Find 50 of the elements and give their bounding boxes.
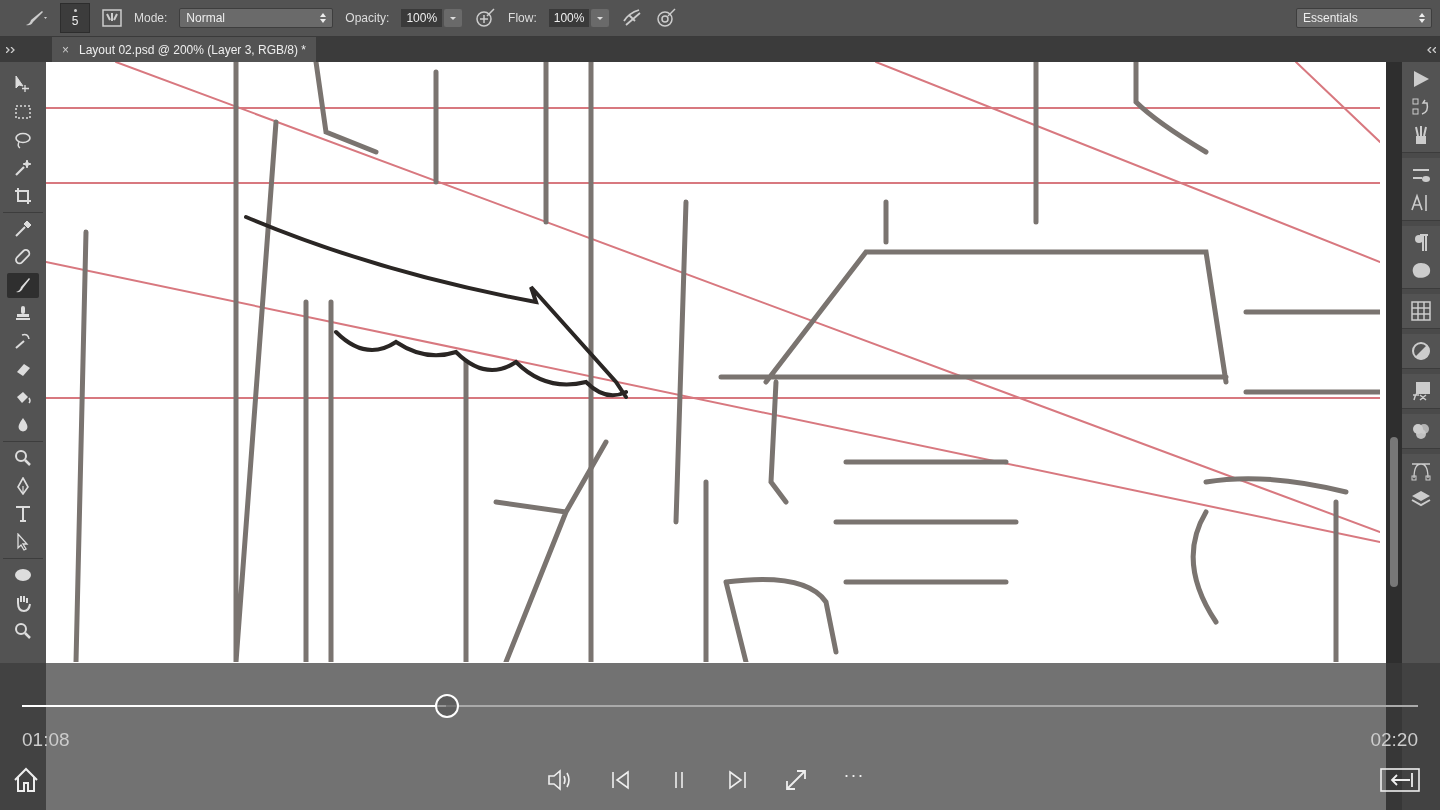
more-button[interactable]: ··· [843, 765, 865, 786]
total-duration: 02:20 [1370, 729, 1418, 751]
brush-panel-icon[interactable] [102, 9, 122, 27]
opacity-field[interactable]: 100% [401, 9, 443, 27]
paths-icon[interactable] [1410, 460, 1432, 482]
exit-icon[interactable] [1380, 767, 1420, 792]
pressure-size-icon[interactable] [655, 7, 678, 29]
close-tab-button[interactable]: × [62, 42, 69, 57]
dropdown-caret-icon[interactable] [444, 9, 463, 27]
swatches-icon[interactable] [1410, 300, 1432, 322]
move-icon [14, 75, 32, 93]
pen-icon [14, 477, 32, 495]
fullscreen-icon[interactable] [783, 767, 808, 792]
updown-arrows-icon [320, 13, 327, 23]
adjustment-icon[interactable] [1410, 340, 1432, 362]
tool-button[interactable] [7, 272, 39, 298]
ellipse-icon [14, 566, 32, 584]
eyedropper-icon [14, 220, 32, 238]
opacity-label: Opacity: [345, 11, 390, 25]
flow-label: Flow: [508, 11, 537, 25]
mode-dropdown[interactable]: Normal [179, 8, 334, 28]
double-chevron-right-icon[interactable] [6, 46, 15, 53]
bandage-icon [14, 248, 32, 266]
updown-arrows-icon [1419, 13, 1425, 23]
document-title: Layout 02.psd @ 200% (Layer 3, RGB/8) * [79, 42, 306, 57]
document-tab[interactable]: × Layout 02.psd @ 200% (Layer 3, RGB/8) * [52, 37, 316, 62]
double-chevron-left-icon[interactable] [1427, 46, 1436, 53]
marquee-icon [14, 103, 32, 121]
magnifier-icon [14, 449, 32, 467]
previous-icon[interactable] [609, 768, 632, 791]
magic-wand-icon [14, 159, 32, 177]
stamp-icon [14, 304, 32, 322]
workspace-dropdown[interactable]: Essentials [1296, 8, 1432, 28]
flow-field[interactable]: 100% [548, 9, 590, 27]
pressure-icon[interactable] [474, 7, 497, 29]
fx-icon[interactable] [1410, 380, 1432, 402]
scrollbar[interactable] [1390, 437, 1398, 587]
type-icon [14, 505, 32, 523]
hand-icon [14, 594, 32, 612]
history-brush-icon [14, 332, 32, 350]
lasso-icon [14, 131, 32, 149]
brush-size-picker[interactable]: 5 [60, 3, 90, 33]
zoom-icon [14, 622, 32, 640]
home-icon[interactable] [12, 765, 40, 794]
crop-icon [14, 187, 32, 205]
dropdown-caret-icon[interactable] [591, 9, 610, 27]
elapsed-time: 01:08 [22, 729, 70, 751]
brush-icon [14, 276, 32, 294]
progress-thumb[interactable] [435, 694, 460, 718]
mode-label: Mode: [134, 11, 168, 25]
